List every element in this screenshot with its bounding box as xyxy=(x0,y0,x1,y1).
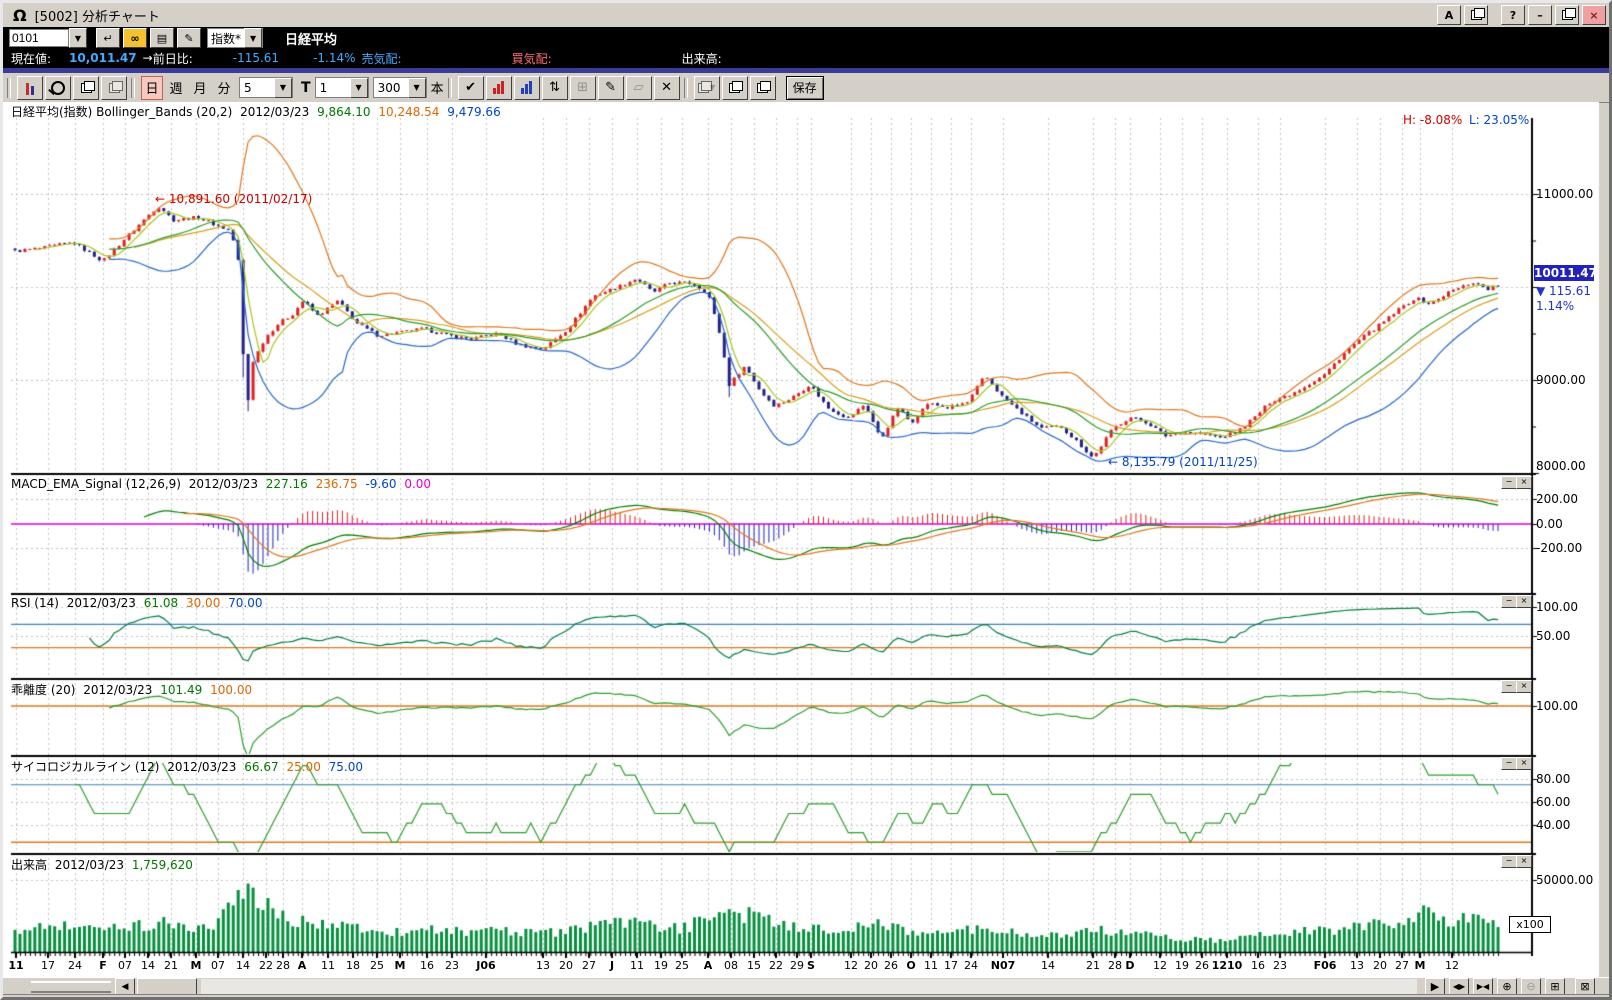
change-value: -115.61 xyxy=(233,51,279,65)
chart-canvas[interactable] xyxy=(3,102,1612,977)
red-indicator-button[interactable] xyxy=(486,76,512,100)
page-icon xyxy=(729,83,740,93)
code-dropdown-button[interactable]: ▼ xyxy=(69,28,87,48)
minute-interval-select[interactable]: 5▼ xyxy=(239,77,293,98)
close-chart-button[interactable]: ⊠ xyxy=(1575,978,1595,995)
symbol-toolbar: ▼ ↵ ∞ ▤ ✎ 指数* ▼ 日経平均 xyxy=(3,27,1609,49)
chart-toolbar: 日 週 月 分 5▼ T 1▼ 300▼ 本 ✔ ⇅ ⊞ ✎ ▱ ✕ ▼ 保存 xyxy=(3,73,1609,103)
blue-bars-icon xyxy=(521,81,532,94)
red-bars-icon xyxy=(493,81,504,94)
bar-count-select[interactable]: 300▼ xyxy=(373,77,427,98)
scroll-right-button[interactable]: ▶ xyxy=(1425,978,1445,995)
stamp-button[interactable]: ✎ xyxy=(177,28,201,48)
candlestick-icon xyxy=(26,81,34,95)
symbol-name: 日経平均 xyxy=(285,29,337,48)
eraser-button[interactable]: ▱ xyxy=(626,76,652,100)
draw-line-button[interactable]: ✎ xyxy=(598,76,624,100)
minute-interval-value: 5 xyxy=(240,81,274,95)
memo-button[interactable]: ▤ xyxy=(150,28,174,48)
symbol-code-input[interactable] xyxy=(9,29,69,47)
change-label: 前日比: xyxy=(153,50,193,67)
grid-view-button[interactable]: ⊞ xyxy=(1545,978,1565,995)
chevron-down-icon[interactable]: ▼ xyxy=(408,78,426,98)
zoom-out-button[interactable]: ⊖ xyxy=(1521,978,1541,995)
zoom-tool-button[interactable] xyxy=(45,76,71,100)
candlestick-chart-button[interactable] xyxy=(17,76,43,100)
pages-icon xyxy=(698,83,709,93)
window-bottom-frame xyxy=(3,994,1609,1000)
restore-button[interactable] xyxy=(1555,5,1579,25)
title-bar[interactable]: Ω [5002] 分析チャート A ? – × xyxy=(3,3,1609,28)
binoculars-button[interactable]: ∞ xyxy=(123,28,147,48)
ask-label: 売気配: xyxy=(362,50,402,67)
page-icon xyxy=(757,83,768,93)
period-day-button[interactable]: 日 xyxy=(141,76,163,100)
font-button[interactable]: A xyxy=(1437,5,1461,25)
volume-label: 出来高: xyxy=(682,50,722,67)
tick-count-value: 1 xyxy=(316,81,350,95)
grid-button[interactable]: ⊞ xyxy=(570,76,596,100)
blue-indicator-button[interactable] xyxy=(514,76,540,100)
magnifier-icon xyxy=(51,81,65,95)
tick-count-select[interactable]: 1▼ xyxy=(315,77,369,98)
app-logo-icon: Ω xyxy=(13,6,27,25)
bottom-scrollbar: ◀ ▶ ◀▶ ▶◀ ⊕ ⊖ ⊞ ⊠ xyxy=(3,977,1609,995)
zoom-in-button[interactable]: ⊕ xyxy=(1497,978,1517,995)
help-button[interactable]: ? xyxy=(1501,5,1525,25)
bars-unit-label: 本 xyxy=(431,78,444,97)
current-price-label: 現在値: xyxy=(11,50,51,67)
page-icon xyxy=(109,83,120,93)
minimize-button[interactable]: – xyxy=(1528,5,1552,25)
updown-button[interactable]: ⇅ xyxy=(542,76,568,100)
bar-count-value: 300 xyxy=(374,81,408,95)
scroll-left-button[interactable]: ◀ xyxy=(115,978,135,995)
period-week-button[interactable]: 週 xyxy=(165,76,187,100)
chevron-down-icon[interactable]: ▼ xyxy=(274,78,292,98)
category-dropdown-button[interactable]: ▼ xyxy=(244,28,262,48)
quote-bar: 現在値: 10,011.47 → 前日比: -115.61 -1.14% 売気配… xyxy=(3,49,1609,67)
tick-label: T xyxy=(301,80,311,96)
change-arrow: → xyxy=(143,51,153,65)
collapse-button[interactable]: ▶◀ xyxy=(1473,978,1493,995)
change-pct-value: -1.14% xyxy=(313,51,355,65)
category-value: 指数* xyxy=(208,30,244,47)
save-button[interactable]: 保存 xyxy=(786,76,824,100)
export-page-button[interactable] xyxy=(750,76,776,100)
print-page-button[interactable] xyxy=(722,76,748,100)
copy-window-button[interactable] xyxy=(1464,5,1488,25)
scrollbar-trough[interactable] xyxy=(201,979,1417,994)
freehand-button[interactable]: ✔ xyxy=(458,76,484,100)
chart-nav-buttons: ▶ ◀▶ ▶◀ ⊕ ⊖ ⊞ ⊠ xyxy=(1421,978,1595,995)
close-button[interactable]: × xyxy=(1582,5,1606,25)
copy-page-button[interactable] xyxy=(101,76,127,100)
app-window: Ω [5002] 分析チャート A ? – × ▼ ↵ ∞ ▤ ✎ 指数* ▼ … xyxy=(0,0,1612,1000)
copy-dropdown-button[interactable]: ▼ xyxy=(694,76,720,100)
category-select[interactable]: 指数* ▼ xyxy=(207,28,263,48)
enter-button[interactable]: ↵ xyxy=(96,28,120,48)
period-minute-button[interactable]: 分 xyxy=(213,76,235,100)
splitter-grip[interactable] xyxy=(31,981,111,993)
expand-button[interactable]: ◀▶ xyxy=(1449,978,1469,995)
current-price-value: 10,011.47 xyxy=(69,51,137,65)
pages-icon xyxy=(1471,10,1482,20)
page-icon xyxy=(81,83,92,93)
restore-icon xyxy=(1562,10,1573,20)
delete-line-button[interactable]: ✕ xyxy=(654,76,680,100)
new-page-button[interactable] xyxy=(73,76,99,100)
scrollbar-thumb[interactable] xyxy=(137,978,197,995)
bid-label: 買気配: xyxy=(512,50,552,67)
chevron-down-icon[interactable]: ▼ xyxy=(350,78,368,98)
window-title: [5002] 分析チャート xyxy=(35,6,160,25)
period-month-button[interactable]: 月 xyxy=(189,76,211,100)
